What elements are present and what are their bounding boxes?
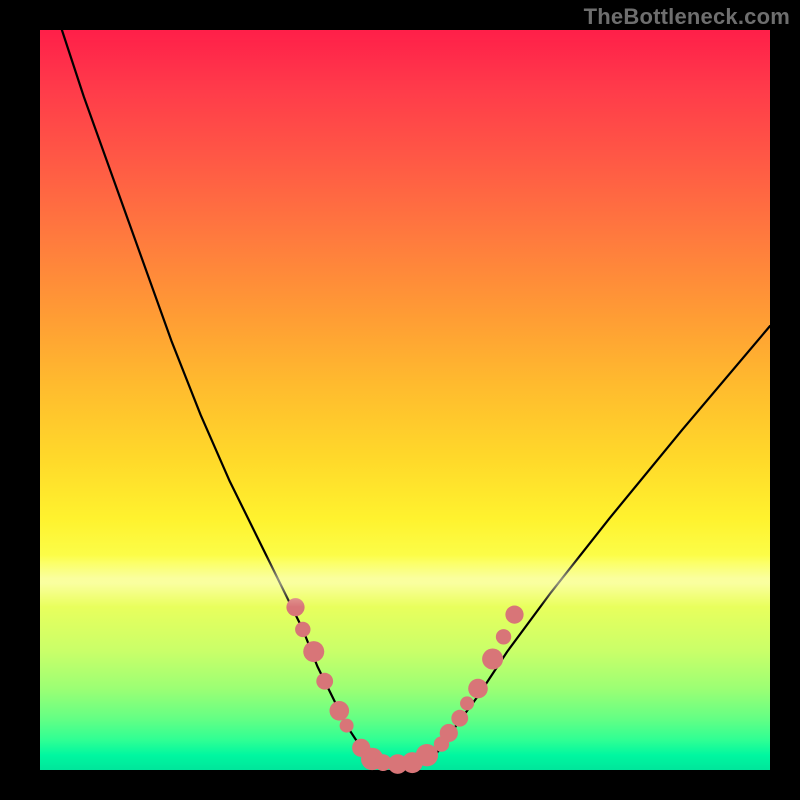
data-dot bbox=[460, 696, 474, 710]
data-dot bbox=[496, 629, 511, 644]
data-dot bbox=[451, 710, 468, 727]
chart-svg bbox=[40, 30, 770, 770]
data-dot bbox=[340, 719, 354, 733]
data-dot bbox=[482, 649, 503, 670]
dot-group bbox=[286, 598, 523, 774]
data-dot bbox=[295, 622, 310, 637]
data-dot bbox=[303, 641, 324, 662]
data-dot bbox=[440, 724, 458, 742]
data-dot bbox=[468, 679, 488, 699]
data-dot bbox=[286, 598, 304, 616]
chart-frame: TheBottleneck.com bbox=[0, 0, 800, 800]
series-left-curve bbox=[62, 30, 376, 763]
plot-area bbox=[40, 30, 770, 770]
watermark-text: TheBottleneck.com bbox=[584, 4, 790, 30]
data-dot bbox=[330, 701, 350, 721]
curve-group bbox=[62, 30, 770, 763]
data-dot bbox=[505, 606, 523, 624]
data-dot bbox=[316, 673, 333, 690]
